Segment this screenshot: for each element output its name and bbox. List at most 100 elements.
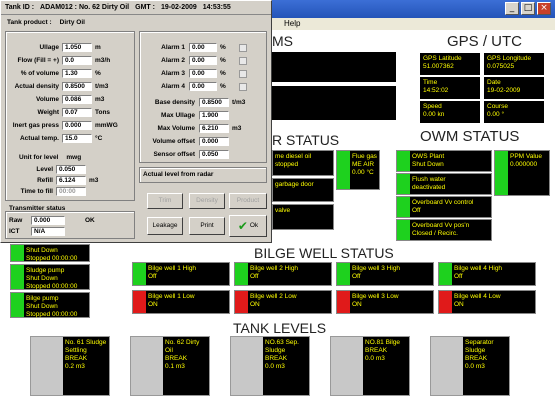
gps-title: GPS / UTC bbox=[447, 33, 523, 50]
ok-button[interactable]: ✔ Ok bbox=[229, 215, 267, 237]
close-button[interactable]: × bbox=[537, 2, 551, 15]
ict-field: N/A bbox=[31, 227, 65, 236]
leakage-button[interactable]: Leakage bbox=[147, 217, 183, 235]
field-label: Actual temp. bbox=[19, 135, 59, 142]
maximize-button[interactable]: □ bbox=[521, 2, 535, 15]
refill-field[interactable]: 6.124 bbox=[56, 176, 86, 185]
menu-bar: Help bbox=[240, 18, 555, 30]
volume-field[interactable]: 0.086 bbox=[62, 95, 92, 104]
weight-field[interactable]: 0.07 bbox=[62, 108, 92, 117]
alarm-4-field[interactable]: 0.00 bbox=[189, 82, 217, 91]
tank-id: ADAM012 : No. 62 Dirty Oil bbox=[40, 4, 130, 11]
bilge-2-high-value: Off bbox=[250, 273, 259, 280]
owm-status-title: OWM STATUS bbox=[420, 128, 520, 145]
alarm-label: Alarm 1 bbox=[161, 44, 185, 51]
tank-state: BREAK bbox=[465, 355, 488, 362]
alarm-1-checkbox[interactable] bbox=[239, 43, 247, 52]
alarm-2-field[interactable]: 0.00 bbox=[189, 56, 217, 65]
tank-levels-title: TANK LEVELS bbox=[233, 320, 327, 336]
ppm-indicator bbox=[495, 151, 508, 195]
tank-value-fields: Ullage 1.050 m Flow (Fill = +) 0.0 m3/h % of… bbox=[7, 41, 135, 145]
field-label: Flow (Fill = +) bbox=[17, 57, 59, 64]
gps-longitude: GPS Longitude 0.075025 bbox=[484, 53, 544, 75]
gps-speed: Speed 0.00 kn bbox=[420, 101, 480, 123]
tank-card[interactable]: NO.81 Bilge BREAK 0.0 m3 bbox=[330, 336, 410, 396]
gps-latitude-value: 51.007362 bbox=[423, 63, 454, 70]
owm-cell-1: OWS Plant Shut Down bbox=[396, 150, 492, 172]
left-status-indicator-2 bbox=[11, 265, 24, 289]
volume-offset-field[interactable]: 0.000 bbox=[199, 137, 229, 146]
alarms-title: MS bbox=[272, 33, 293, 49]
bilge-1-high-value: Off bbox=[148, 273, 157, 280]
motor-status-cell-2: garbage door bbox=[272, 178, 334, 202]
bilge-1-low-label: Bilge well 1 Low bbox=[148, 293, 195, 300]
motor-c2: garbage door bbox=[275, 181, 314, 188]
level-field[interactable]: 0.050 bbox=[56, 165, 86, 174]
ict-row: ICT N/A bbox=[9, 227, 65, 236]
bilge-4-high-label: Bilge well 4 High bbox=[454, 265, 503, 272]
max-volume-field[interactable]: 6.210 bbox=[199, 124, 229, 133]
bilge-2-high: Bilge well 2 High Off bbox=[234, 262, 332, 286]
tank-card[interactable]: No. 61 Sludge Settling BREAK 0.2 m3 bbox=[30, 336, 110, 396]
tank-card[interactable]: No. 62 Dirty Oil BREAK 0.1 m3 bbox=[130, 336, 210, 396]
tank-card[interactable]: Separator Sludge BREAK 0.0 m3 bbox=[430, 336, 510, 396]
max-ullage-field[interactable]: 1.900 bbox=[199, 111, 229, 120]
field-label: % of volume bbox=[20, 70, 59, 77]
left-status-1: Shut Down Stopped 00:00:00 bbox=[10, 244, 90, 262]
flue-gas-cell: Flue gas ME AIR 0.00 °C bbox=[336, 150, 380, 190]
inert-gas-field[interactable]: 0.000 bbox=[62, 121, 92, 130]
flow-field[interactable]: 0.0 bbox=[62, 56, 92, 65]
sensor-offset-field[interactable]: 0.050 bbox=[199, 150, 229, 159]
density-field[interactable]: 0.8500 bbox=[62, 82, 92, 91]
tank-product-value: Dirty Oil bbox=[59, 19, 85, 26]
max-volume-unit: m3 bbox=[232, 125, 242, 132]
temperature-field[interactable]: 15.0 bbox=[62, 134, 92, 143]
print-button[interactable]: Print bbox=[189, 217, 225, 235]
ullage-field[interactable]: 1.050 bbox=[62, 43, 92, 52]
alarm-3-field[interactable]: 0.00 bbox=[189, 69, 217, 78]
trim-button[interactable]: Trim bbox=[147, 193, 183, 209]
left-status-2: Sludge pump Shut Down Stopped 00:00:00 bbox=[10, 264, 90, 290]
tank-card[interactable]: NO.63 Sep. Sludge BREAK 0.0 m3 bbox=[230, 336, 310, 396]
volume-percent-field[interactable]: 1.30 bbox=[62, 69, 92, 78]
owm-c4-b: Closed / Recirc. bbox=[412, 230, 458, 237]
bilge-1-low-value: ON bbox=[148, 301, 158, 308]
time-to-fill-field[interactable]: 00:00 bbox=[56, 187, 86, 196]
bilge-4-low-value: ON bbox=[454, 301, 464, 308]
alarm-4-checkbox[interactable] bbox=[239, 82, 247, 91]
bilge-3-high-indicator bbox=[337, 263, 350, 285]
minimize-button[interactable]: _ bbox=[505, 2, 519, 15]
menu-help[interactable]: Help bbox=[284, 19, 300, 28]
field-unit: % bbox=[95, 70, 101, 77]
tank-state: BREAK bbox=[165, 355, 188, 362]
time-to-fill-row: Time to fill 00:00 bbox=[7, 187, 86, 196]
bilge-grid: Bilge well 1 High Off Bilge well 2 High Of… bbox=[132, 262, 552, 322]
alarm-2-checkbox[interactable] bbox=[239, 56, 247, 65]
tank-level-bar bbox=[331, 337, 363, 395]
bilge-2-low-label: Bilge well 2 Low bbox=[250, 293, 297, 300]
product-button[interactable]: Product bbox=[229, 193, 267, 209]
density-button[interactable]: Density bbox=[189, 193, 225, 209]
owm-c2-b: deactivated bbox=[412, 184, 446, 191]
gps-date-value: 19-02-2009 bbox=[487, 87, 521, 94]
base-density-field[interactable]: 0.8500 bbox=[199, 98, 229, 107]
ppm-label: PPM Value bbox=[510, 153, 543, 160]
gps-time-value: 14:52:02 bbox=[423, 87, 449, 94]
left-status-1-a: Shut Down bbox=[26, 247, 58, 254]
ppm-value: 0.000000 bbox=[510, 161, 538, 168]
raw-row: Raw 0.000 OK bbox=[9, 216, 95, 225]
tank-name: No. 62 Dirty Oil bbox=[165, 339, 200, 354]
alarm-unit: % bbox=[220, 70, 226, 77]
left-status-3: Bilge pump Shut Down Stopped 00:00:00 bbox=[10, 292, 90, 318]
bilge-3-high: Bilge well 3 High Off bbox=[336, 262, 434, 286]
alarm-1-field[interactable]: 0.00 bbox=[189, 43, 217, 52]
left-status-indicator-1 bbox=[11, 245, 24, 261]
gps-course-label: Course bbox=[487, 103, 508, 110]
alarm-3-checkbox[interactable] bbox=[239, 69, 247, 78]
gps-speed-label: Speed bbox=[423, 103, 442, 110]
bilge-3-low: Bilge well 3 Low ON bbox=[336, 290, 434, 314]
raw-label: Raw bbox=[9, 217, 23, 224]
alarm-panel-1 bbox=[272, 52, 396, 82]
field-label: Weight bbox=[37, 109, 59, 116]
field-label: Ullage bbox=[39, 44, 59, 51]
